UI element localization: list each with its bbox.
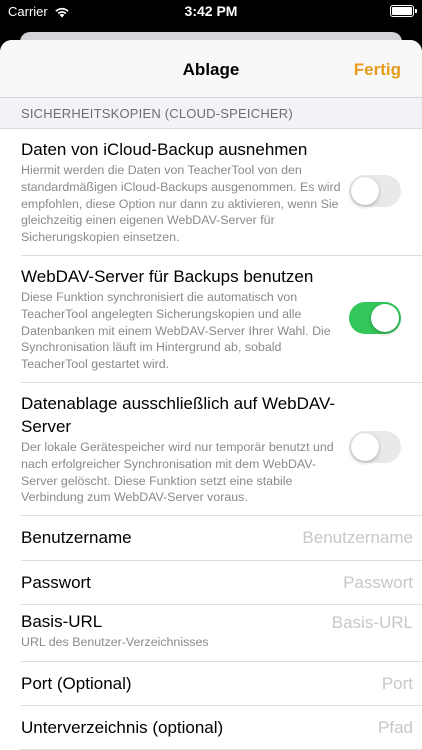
status-bar: Carrier 3:42 PM: [0, 0, 422, 26]
settings-group: Daten von iCloud-Backup ausnehmen Hiermi…: [0, 128, 422, 750]
port-label: Port (Optional): [21, 673, 132, 693]
webdav-backup-row: WebDAV-Server für Backups benutzen Diese…: [0, 256, 422, 383]
webdav-only-row: Datenablage ausschließlich auf WebDAV-Se…: [0, 383, 422, 517]
webdav-only-title: Datenablage ausschließlich auf WebDAV-Se…: [21, 393, 336, 436]
subdirectory-row: Unterverzeichnis (optional): [0, 706, 422, 750]
base-url-sublabel: URL des Benutzer-Verzeichnisses: [21, 635, 209, 650]
port-input[interactable]: [253, 673, 413, 694]
base-url-row: Basis-URL URL des Benutzer-Verzeichnisse…: [0, 605, 422, 663]
password-label: Passwort: [21, 572, 91, 592]
webdav-backup-description: Diese Funktion synchronisiert die automa…: [21, 289, 331, 372]
exclude-icloud-title: Daten von iCloud-Backup ausnehmen: [21, 140, 308, 159]
port-row: Port (Optional): [0, 662, 422, 707]
username-row: Benutzername: [0, 516, 422, 562]
battery-icon: [390, 5, 417, 17]
exclude-icloud-description: Hiermit werden die Daten von TeacherTool…: [21, 163, 341, 245]
base-url-label: Basis-URL: [21, 612, 103, 632]
exclude-icloud-row: Daten von iCloud-Backup ausnehmen Hiermi…: [0, 129, 422, 256]
settings-sheet: Ablage Fertig SICHERHEITSKOPIEN (CLOUD-S…: [0, 40, 422, 750]
subdirectory-input[interactable]: [253, 717, 413, 738]
password-row: Passwort: [0, 561, 422, 606]
username-input[interactable]: [253, 528, 413, 549]
username-label: Benutzername: [21, 528, 132, 548]
webdav-only-toggle[interactable]: [349, 430, 401, 463]
done-button[interactable]: Fertig: [354, 60, 401, 80]
webdav-backup-title: WebDAV-Server für Backups benutzen: [21, 266, 314, 286]
exclude-icloud-toggle[interactable]: [349, 175, 401, 207]
webdav-only-description: Der lokale Gerätespeicher wird nur tempo…: [21, 439, 334, 505]
base-url-input[interactable]: [253, 613, 413, 634]
status-time: 3:42 PM: [184, 3, 238, 19]
base-url-label-group: Basis-URL URL des Benutzer-Verzeichnisse…: [21, 612, 209, 649]
webdav-backup-toggle[interactable]: [349, 301, 401, 334]
navigation-bar: Ablage Fertig: [0, 40, 422, 98]
subdirectory-label: Unterverzeichnis (optional): [21, 717, 224, 737]
password-input[interactable]: [253, 572, 413, 593]
section-header: SICHERHEITSKOPIEN (CLOUD-SPEICHER): [21, 106, 293, 121]
